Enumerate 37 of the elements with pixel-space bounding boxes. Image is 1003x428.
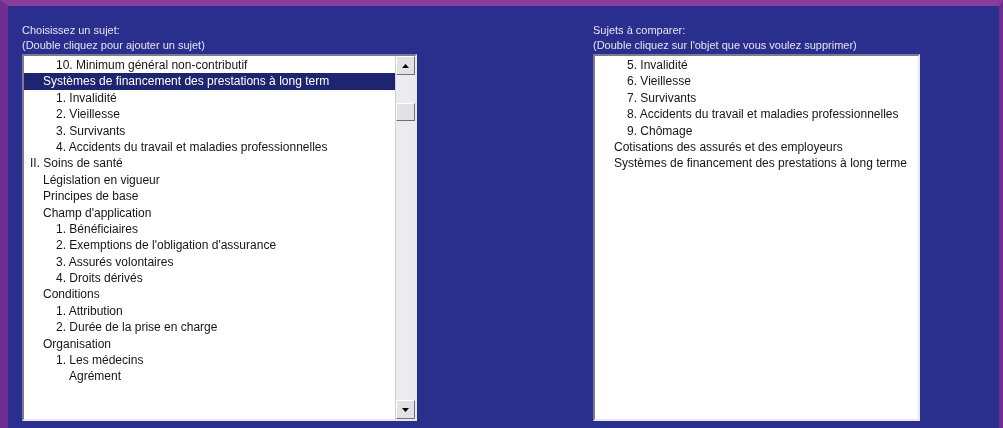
- panel-hint: (Double cliquez pour ajouter un sujet): [22, 38, 206, 53]
- list-item[interactable]: 10. Minimum général non-contributif: [24, 57, 395, 74]
- list-item[interactable]: 4. Accidents du travail et maladies professionnelles: [24, 138, 395, 156]
- panel-title: Sujets à comparer:: [593, 23, 687, 38]
- list-item[interactable]: 3. Survivants: [24, 122, 395, 139]
- scroll-thumb[interactable]: [396, 103, 415, 121]
- list-item[interactable]: 6. Vieillesse: [595, 73, 918, 90]
- down-triangle-icon: [402, 407, 409, 412]
- list-item[interactable]: 2. Durée de la prise en charge: [24, 319, 395, 336]
- list-item[interactable]: II. Soins de santé: [24, 155, 395, 172]
- list-item[interactable]: Législation en vigueur: [24, 171, 395, 189]
- up-triangle-icon: [402, 63, 409, 68]
- list-item[interactable]: 1. Bénéficiaires: [24, 220, 395, 238]
- list-item[interactable]: 2. Exemptions de l'obligation d'assurance: [24, 237, 395, 254]
- list-item[interactable]: Conditions: [24, 286, 395, 303]
- list-item[interactable]: 3. Assurés volontaires: [24, 253, 395, 271]
- list-item[interactable]: 4. Droits dérivés: [24, 270, 395, 287]
- list-item[interactable]: Champ d'application: [24, 204, 395, 221]
- list-item[interactable]: 5. Invalidité: [595, 57, 918, 74]
- selected-list-item[interactable]: Systèmes de financement des prestations à long term: [24, 73, 395, 90]
- list-item[interactable]: 7. Survivants: [595, 89, 918, 107]
- list-item[interactable]: Agrément: [24, 368, 395, 385]
- scroll-down-button[interactable]: [396, 400, 415, 419]
- list-item[interactable]: Cotisations des assurés et des employeurs: [595, 138, 918, 156]
- list-item[interactable]: 2. Vieillesse: [24, 106, 395, 123]
- list-item[interactable]: Organisation: [24, 335, 395, 353]
- list-item[interactable]: 1. Invalidité: [24, 89, 395, 107]
- list-item[interactable]: Systèmes de financement des prestations à long terme: [595, 155, 918, 172]
- list-item[interactable]: 1. Attribution: [24, 302, 395, 320]
- list-item[interactable]: 1. Les médecins: [24, 352, 395, 369]
- list-item[interactable]: Principes de base: [24, 188, 395, 205]
- scroll-up-button[interactable]: [396, 56, 415, 75]
- panel-title: Choisissez un sujet:: [22, 23, 121, 38]
- scrollbar[interactable]: [395, 56, 415, 419]
- panel-hint: (Double cliquez sur l'objet que vous voulez supprimer): [593, 38, 858, 53]
- list-item[interactable]: 9. Chômage: [595, 122, 918, 139]
- list-item[interactable]: 8. Accidents du travail et maladies professionnelles: [595, 106, 918, 123]
